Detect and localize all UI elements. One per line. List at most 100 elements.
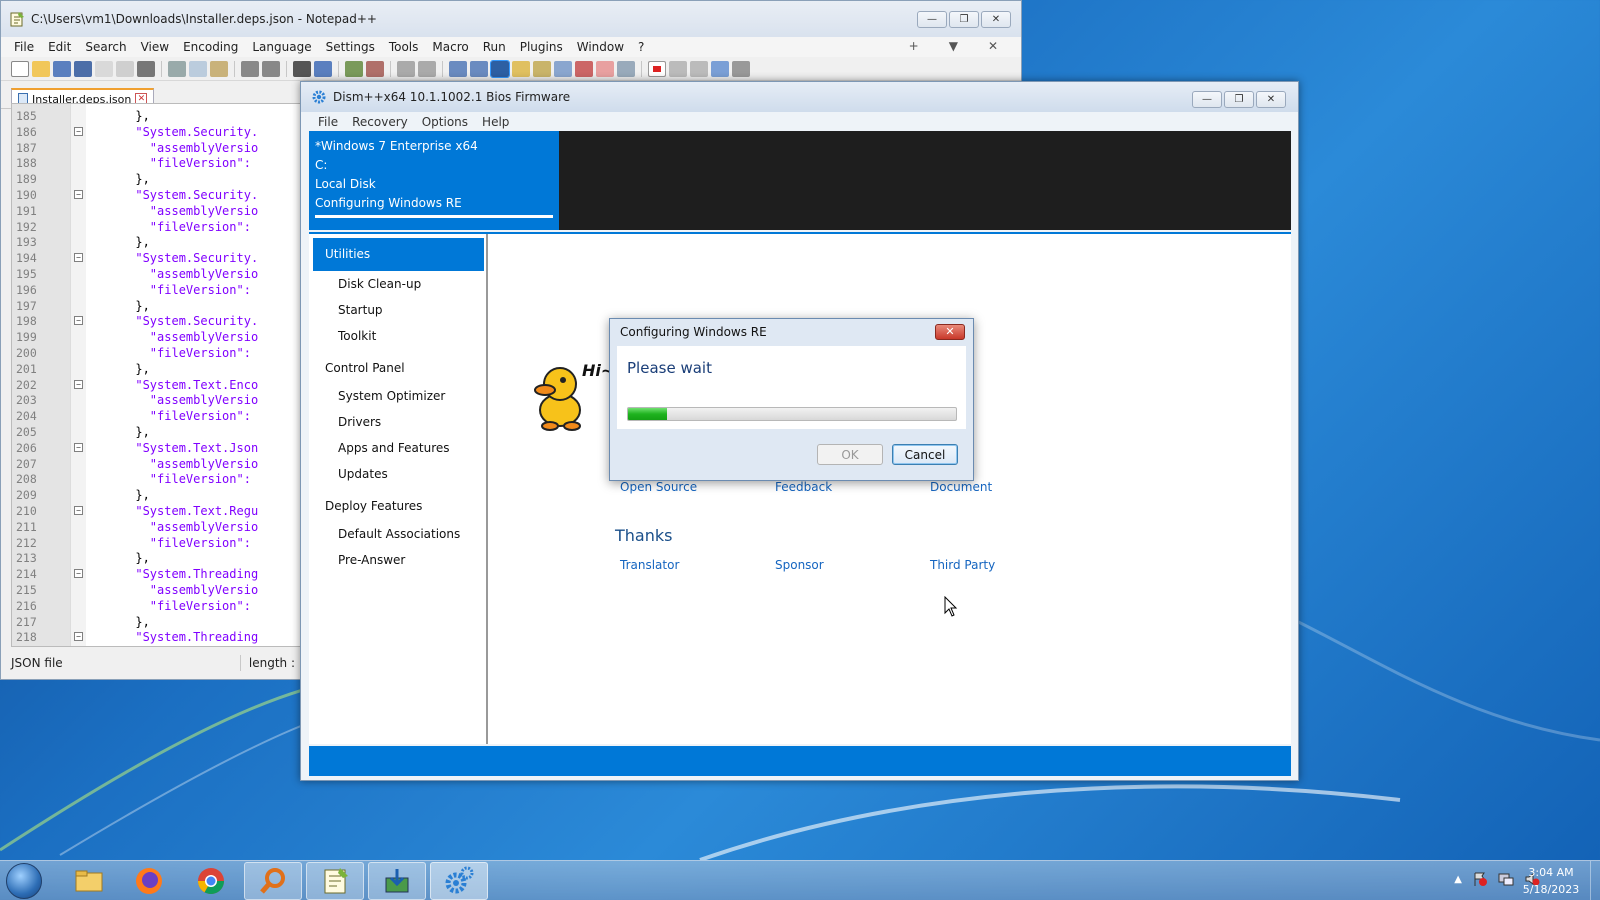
code-line[interactable]: 217 }, (12, 614, 300, 630)
code-line[interactable]: 216 "fileVersion": (12, 598, 300, 614)
code-line[interactable]: 200 "fileVersion": (12, 345, 300, 361)
print-icon[interactable] (137, 60, 155, 77)
configuring-windows-re-dialog[interactable]: Configuring Windows RE ✕ Please wait OK … (609, 318, 974, 481)
dialog-close-button[interactable]: ✕ (935, 324, 965, 340)
close-all-icon[interactable] (116, 60, 134, 77)
sidebar-item-utilities[interactable]: Utilities (313, 238, 484, 271)
menu-edit[interactable]: Edit (41, 40, 78, 54)
code-line[interactable]: 185 }, (12, 108, 300, 124)
sidebar-item-default-associations[interactable]: Default Associations (309, 521, 486, 547)
menu-macro[interactable]: Macro (425, 40, 475, 54)
code-line[interactable]: 211 "assemblyVersio (12, 519, 300, 535)
open-source-link[interactable]: Open Source (620, 480, 775, 494)
code-line[interactable]: 208 "fileVersion": (12, 471, 300, 487)
code-line[interactable]: 210 − "System.Text.Regu (12, 503, 300, 519)
taskbar-notepadpp[interactable] (306, 862, 364, 900)
sidebar-item-system-optimizer[interactable]: System Optimizer (309, 383, 486, 409)
code-line[interactable]: 198 − "System.Security. (12, 313, 300, 329)
find-icon[interactable] (293, 60, 311, 77)
translator-link[interactable]: Translator (620, 558, 775, 572)
sidebar-item-apps-and-features[interactable]: Apps and Features (309, 435, 486, 461)
menu-run[interactable]: Run (476, 40, 513, 54)
close-file-icon[interactable] (95, 60, 113, 77)
indent-guide-icon[interactable] (490, 59, 510, 78)
menu-help[interactable]: ? (631, 40, 651, 54)
taskbar-clock[interactable]: 3:04 AM 5/18/2023 (1516, 864, 1586, 898)
dialog-titlebar[interactable]: Configuring Windows RE ✕ (610, 319, 973, 345)
sidebar-item-pre-answer[interactable]: Pre-Answer (309, 547, 486, 573)
code-line[interactable]: 188 "fileVersion": (12, 155, 300, 171)
code-line[interactable]: 195 "assemblyVersio (12, 266, 300, 282)
network-icon[interactable] (1498, 871, 1514, 887)
open-file-icon[interactable] (32, 60, 50, 77)
sync-vertical-icon[interactable] (397, 60, 415, 77)
close-button[interactable]: ✕ (1256, 91, 1286, 108)
fold-toggle-icon[interactable]: − (74, 316, 83, 326)
sidebar-item-control-panel[interactable]: Control Panel (309, 353, 486, 383)
undo-icon[interactable] (241, 60, 259, 77)
sidebar-item-updates[interactable]: Updates (309, 461, 486, 487)
fold-toggle-icon[interactable]: − (74, 506, 83, 515)
sidebar-item-drivers[interactable]: Drivers (309, 409, 486, 435)
zoom-in-icon[interactable] (345, 60, 363, 77)
fold-toggle-icon[interactable]: − (74, 442, 83, 452)
dism-titlebar[interactable]: Dism++x64 10.1.1002.1 Bios Firmware — ❐ … (301, 82, 1298, 112)
sidebar-item-toolkit[interactable]: Toolkit (309, 323, 486, 349)
menu-window[interactable]: Window (570, 40, 631, 54)
redo-icon[interactable] (262, 60, 280, 77)
code-line[interactable]: 190 − "System.Security. (12, 187, 300, 203)
maximize-button[interactable]: ❐ (1224, 91, 1254, 108)
stop-macro-icon[interactable] (669, 60, 687, 77)
play-macro-icon[interactable] (690, 60, 708, 77)
menu-recovery[interactable]: Recovery (345, 115, 415, 129)
taskbar-firefox[interactable] (120, 862, 178, 900)
zoom-out-icon[interactable] (366, 60, 384, 77)
code-line[interactable]: 204 "fileVersion": (12, 408, 300, 424)
code-line[interactable]: 199 "assemblyVersio (12, 329, 300, 345)
code-line[interactable]: 186 − "System.Security. (12, 124, 300, 140)
taskbar-file-explorer[interactable] (60, 862, 118, 900)
paste-icon[interactable] (210, 60, 228, 77)
new-file-icon[interactable] (11, 60, 29, 77)
function-list-icon[interactable] (575, 60, 593, 77)
menu-encoding[interactable]: Encoding (176, 40, 245, 54)
code-line[interactable]: 207 "assemblyVersio (12, 456, 300, 472)
doc-list-icon[interactable] (554, 60, 572, 77)
fold-toggle-icon[interactable]: − (74, 379, 83, 389)
code-line[interactable]: 187 "assemblyVersio (12, 140, 300, 156)
code-line[interactable]: 218 − "System.Threading (12, 629, 300, 645)
minimize-button[interactable]: — (1192, 91, 1222, 108)
menu-help[interactable]: Help (475, 115, 516, 129)
save-icon[interactable] (53, 60, 71, 77)
sponsor-link[interactable]: Sponsor (775, 558, 930, 572)
code-line[interactable]: 202 − "System.Text.Enco (12, 377, 300, 393)
feedback-link[interactable]: Feedback (775, 480, 930, 494)
save-macro-icon[interactable] (732, 60, 750, 77)
code-line[interactable]: 194 − "System.Security. (12, 250, 300, 266)
code-line[interactable]: 206 − "System.Text.Json (12, 440, 300, 456)
minimize-button[interactable]: — (917, 11, 947, 28)
cancel-button[interactable]: Cancel (892, 444, 958, 465)
fold-toggle-icon[interactable]: − (74, 632, 83, 642)
code-line[interactable]: 214 − "System.Threading (12, 566, 300, 582)
code-line[interactable]: 212 "fileVersion": (12, 535, 300, 551)
fold-toggle-icon[interactable]: − (74, 253, 83, 263)
taskbar-search-tool[interactable] (244, 862, 302, 900)
code-line[interactable]: 213 }, (12, 550, 300, 566)
monitoring-icon[interactable] (617, 60, 635, 77)
copy-icon[interactable] (189, 60, 207, 77)
menu-options[interactable]: Options (415, 115, 475, 129)
save-all-icon[interactable] (74, 60, 92, 77)
code-editor[interactable]: 185 }, 186− "System.Security. 187 "assembl… (11, 103, 301, 647)
sidebar-item-startup[interactable]: Startup (309, 297, 486, 323)
folder-workspace-icon[interactable] (596, 60, 614, 77)
code-line[interactable]: 192 "fileVersion": (12, 219, 300, 235)
show-all-chars-icon[interactable] (470, 60, 488, 77)
run-macro-multiple-icon[interactable] (711, 60, 729, 77)
menu-tools[interactable]: Tools (382, 40, 426, 54)
tab-list-button[interactable]: ▼ (942, 39, 965, 53)
code-line[interactable]: 205 }, (12, 424, 300, 440)
new-tab-button[interactable]: + (902, 39, 926, 53)
sidebar-item-disk-clean-up[interactable]: Disk Clean-up (309, 271, 486, 297)
code-line[interactable]: 189 }, (12, 171, 300, 187)
